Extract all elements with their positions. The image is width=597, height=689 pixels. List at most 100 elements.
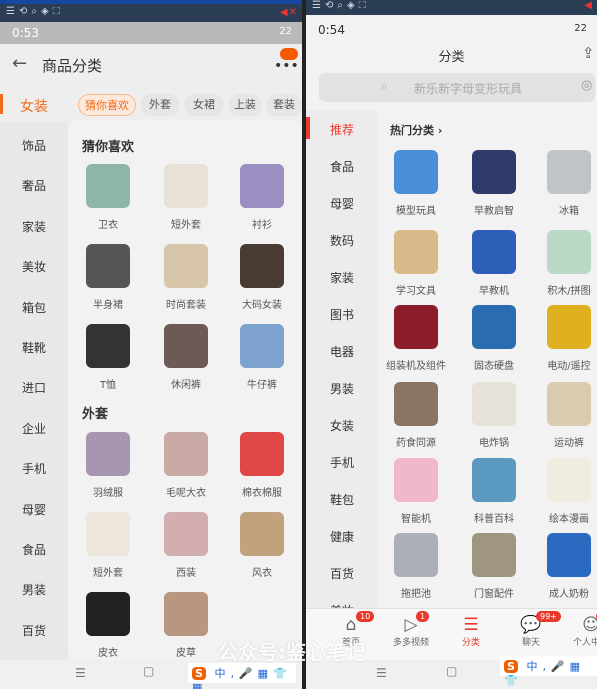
category-image <box>472 533 516 577</box>
hot-categories-link[interactable]: 热门分类 › <box>390 122 442 138</box>
category-item[interactable]: 衬衫 <box>227 164 297 231</box>
sidebar-item[interactable]: 男装 <box>306 380 378 397</box>
sidebar-item[interactable]: 百货 <box>0 622 68 639</box>
category-item[interactable]: 运动裤 <box>534 382 597 449</box>
sogou-logo: S <box>504 660 518 673</box>
tab-item[interactable]: ▷ 1 多多视频 <box>382 611 440 648</box>
sidebar-item[interactable]: 手机 <box>0 460 68 477</box>
category-item[interactable]: 门窗配件 <box>459 533 529 600</box>
category-item[interactable]: 短外套 <box>151 164 221 231</box>
chip-tab[interactable]: 猜你喜欢 <box>78 94 136 116</box>
sidebar-item[interactable]: 百货 <box>306 565 378 582</box>
sidebar-item[interactable]: 女装 <box>306 417 378 434</box>
sidebar-item[interactable]: 箱包 <box>0 299 68 316</box>
category-item[interactable]: 大码女装 <box>227 244 297 311</box>
category-item[interactable]: 毛呢大衣 <box>151 432 221 499</box>
menu-nav-icon[interactable]: ☰ <box>75 666 86 680</box>
category-item[interactable]: 药食同源 <box>381 382 451 449</box>
sidebar-item[interactable]: 食品 <box>306 158 378 175</box>
sidebar-item[interactable]: 母婴 <box>306 195 378 212</box>
category-label: 半身裙 <box>93 300 123 311</box>
category-item[interactable]: 半身裙 <box>73 244 143 311</box>
category-item[interactable]: 风衣 <box>227 512 297 579</box>
menu-nav-icon[interactable]: ☰ <box>376 666 387 680</box>
sidebar-item[interactable]: 手机 <box>306 454 378 471</box>
category-item[interactable]: 卫衣 <box>73 164 143 231</box>
home-nav-icon[interactable]: ▢ <box>446 664 457 678</box>
home-nav-icon[interactable]: ▢ <box>143 664 154 678</box>
category-item[interactable]: 拖把池 <box>381 533 451 600</box>
tab-label: 多多视频 <box>392 638 429 648</box>
category-item[interactable]: 棉衣棉服 <box>227 432 297 499</box>
ime-mode[interactable]: 中 <box>214 667 230 680</box>
category-item[interactable]: 短外套 <box>73 512 143 579</box>
sidebar-item[interactable]: 推荐 <box>306 121 378 138</box>
category-item[interactable]: 冰箱 <box>534 150 597 217</box>
category-image <box>86 324 130 368</box>
category-image <box>164 244 208 288</box>
category-item[interactable]: 西装 <box>151 512 221 579</box>
category-item[interactable]: T恤 <box>73 324 143 391</box>
message-bubble-icon[interactable] <box>280 48 298 60</box>
category-item[interactable]: 休闲裤 <box>151 324 221 391</box>
sidebar-item[interactable]: 家装 <box>306 269 378 286</box>
sidebar-item[interactable]: 食品 <box>0 541 68 558</box>
ime-mode[interactable]: 中 <box>526 660 542 673</box>
category-label: 毛呢大衣 <box>166 488 206 499</box>
tab-item[interactable]: ☺1 个人中心 <box>562 611 597 648</box>
category-label: 皮草 <box>176 648 196 659</box>
sidebar-item[interactable]: 家装 <box>0 218 68 235</box>
category-item[interactable]: 模型玩具 <box>381 150 451 217</box>
category-item[interactable]: 学习文具 <box>381 230 451 297</box>
category-item[interactable]: 电动/遥控 <box>534 305 597 372</box>
sidebar-item[interactable]: 美妆 <box>0 258 68 275</box>
category-item[interactable]: 积木/拼图 <box>534 230 597 297</box>
chip-tab[interactable]: 外套 <box>140 94 180 116</box>
search-input[interactable]: ⌕ 新乐新字母变形玩具 ◎ <box>319 73 595 102</box>
chip-tab[interactable]: 女裙 <box>184 94 224 116</box>
category-item[interactable]: 早教启智 <box>459 150 529 217</box>
category-image <box>547 382 591 426</box>
tab-item[interactable]: 💬 99+ 聊天 <box>502 611 561 648</box>
hot-title: 热门分类 <box>390 124 434 137</box>
sidebar-item[interactable]: 饰品 <box>0 137 68 154</box>
back-arrow-icon[interactable]: ← <box>12 53 27 74</box>
category-item[interactable]: 电炸锅 <box>459 382 529 449</box>
sidebar-item[interactable]: 鞋靴 <box>0 339 68 356</box>
sidebar-item[interactable]: 健康 <box>306 528 378 545</box>
camera-icon[interactable]: ◎ <box>581 78 592 93</box>
category-label: 固态硬盘 <box>474 361 514 372</box>
category-image <box>86 512 130 556</box>
sidebar-item[interactable]: 女装 <box>0 96 68 116</box>
category-item[interactable]: 皮衣 <box>73 592 143 659</box>
chip-tab[interactable]: 上装 <box>228 94 262 116</box>
category-item[interactable]: 牛仔裤 <box>227 324 297 391</box>
category-item[interactable]: 智能机 <box>381 458 451 525</box>
category-item[interactable]: 绘本漫画 <box>534 458 597 525</box>
sidebar-item[interactable]: 图书 <box>306 306 378 323</box>
sidebar-item[interactable]: 母婴 <box>0 501 68 518</box>
category-label: 拖把池 <box>401 589 431 600</box>
sidebar-item[interactable]: 鞋包 <box>306 491 378 508</box>
page-title: 商品分类 <box>42 57 103 75</box>
category-item[interactable]: 羽绒服 <box>73 432 143 499</box>
category-item[interactable]: 早教机 <box>459 230 529 297</box>
sidebar-item[interactable]: 进口 <box>0 379 68 396</box>
category-image <box>164 164 208 208</box>
sidebar-item[interactable]: 企业 <box>0 420 68 437</box>
more-icon[interactable]: ••• <box>274 58 299 74</box>
sidebar-item[interactable]: 电器 <box>306 343 378 360</box>
chip-tab[interactable]: 套装 <box>266 94 302 116</box>
category-item[interactable]: 皮草 <box>151 592 221 659</box>
tab-item[interactable]: ☰ 分类 <box>442 615 500 648</box>
share-icon[interactable]: ⇪ <box>582 44 595 62</box>
sidebar-item[interactable]: 男装 <box>0 581 68 598</box>
category-item[interactable]: 成人奶粉 <box>534 533 597 600</box>
category-item[interactable]: 固态硬盘 <box>459 305 529 372</box>
sidebar-item[interactable]: 数码 <box>306 232 378 249</box>
category-item[interactable]: 时尚套装 <box>151 244 221 311</box>
sidebar-item[interactable]: 奢品 <box>0 177 68 194</box>
category-image <box>394 305 438 349</box>
category-item[interactable]: 组装机及组件 <box>381 305 451 372</box>
category-item[interactable]: 科普百科 <box>459 458 529 525</box>
